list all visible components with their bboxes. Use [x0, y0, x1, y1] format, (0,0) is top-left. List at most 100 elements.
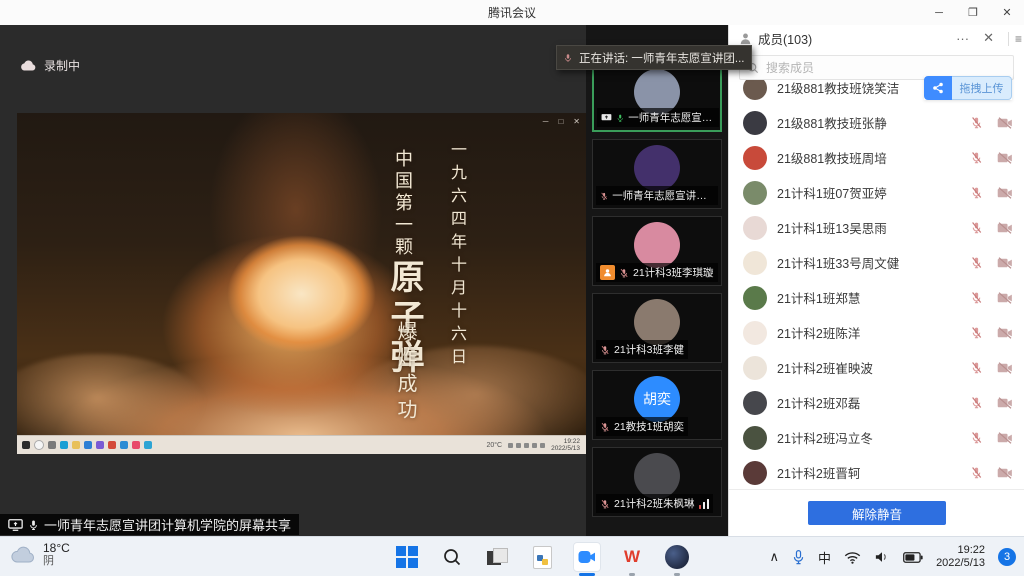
- member-row[interactable]: 21计科2班崔映波: [729, 350, 1024, 385]
- member-row[interactable]: 21级881教技班周培: [729, 140, 1024, 175]
- video-tile[interactable]: 21计科2班朱枫琳: [592, 447, 722, 517]
- wifi-icon[interactable]: [844, 551, 861, 564]
- tray-mic-icon[interactable]: [792, 549, 805, 566]
- avatar: [743, 251, 767, 275]
- member-row[interactable]: 21计科2班冯立冬: [729, 420, 1024, 455]
- muted-camera-icon[interactable]: [997, 327, 1013, 339]
- video-tile[interactable]: 胡奕 21教技1班胡奕: [592, 370, 722, 440]
- muted-mic-icon[interactable]: [970, 466, 983, 479]
- speaker-icon[interactable]: [874, 550, 890, 564]
- wps-icon: W: [624, 547, 640, 567]
- cloud-puff: [17, 354, 207, 436]
- panel-close-icon[interactable]: ✕: [979, 30, 998, 46]
- muted-camera-icon[interactable]: [997, 257, 1013, 269]
- recording-indicator: 录制中: [20, 57, 80, 74]
- members-panel-title: 成员(103): [758, 29, 812, 48]
- search-icon: [442, 547, 462, 567]
- muted-camera-icon[interactable]: [997, 362, 1013, 374]
- python-file-button[interactable]: [528, 542, 556, 572]
- muted-mic-icon[interactable]: [970, 361, 983, 374]
- taskview-icon[interactable]: [48, 441, 56, 449]
- muted-mic-icon[interactable]: [970, 151, 983, 164]
- video-tile[interactable]: 一师青年志愿宣讲团计算...: [592, 139, 722, 209]
- app-icon[interactable]: [108, 441, 116, 449]
- member-row[interactable]: 21计科2班陈洋: [729, 315, 1024, 350]
- member-row[interactable]: 21计科1班13吴思雨: [729, 210, 1024, 245]
- host-person-badge-icon: [600, 265, 615, 280]
- folder-icon[interactable]: [72, 441, 80, 449]
- muted-mic-icon[interactable]: [970, 291, 983, 304]
- muted-mic-icon: [600, 421, 610, 433]
- video-tile-speaker[interactable]: 一师青年志愿宣讲团...: [592, 62, 722, 132]
- muted-mic-icon: [600, 344, 610, 356]
- muted-camera-icon[interactable]: [997, 222, 1013, 234]
- tile-name: 一师青年志愿宣讲团...: [628, 110, 715, 125]
- member-search-input[interactable]: [764, 60, 1006, 76]
- muted-mic-icon[interactable]: [970, 186, 983, 199]
- muted-mic-icon[interactable]: [970, 396, 983, 409]
- taskbar-search-button[interactable]: [438, 542, 466, 572]
- close-button[interactable]: ✕: [990, 0, 1024, 25]
- browser-button[interactable]: [663, 542, 691, 572]
- muted-mic-icon[interactable]: [970, 116, 983, 129]
- search-icon[interactable]: [34, 440, 44, 450]
- muted-camera-icon[interactable]: [997, 467, 1013, 479]
- app-icon[interactable]: [96, 441, 104, 449]
- muted-camera-icon[interactable]: [997, 397, 1013, 409]
- member-row[interactable]: 21计科1班33号周文健: [729, 245, 1024, 280]
- panel-more-icon[interactable]: ···: [952, 31, 973, 46]
- ime-indicator[interactable]: 中: [818, 548, 831, 567]
- muted-camera-icon[interactable]: [997, 187, 1013, 199]
- shared-taskbar-apps: [22, 440, 152, 450]
- start-icon[interactable]: [22, 441, 30, 449]
- member-row[interactable]: 21计科1班07贺亚婷: [729, 175, 1024, 210]
- atomic-bomb-video[interactable]: ─ □ ✕ 一九六四年十月十六日 中国第一颗原子弹 爆炸成功: [17, 113, 586, 436]
- tencent-meeting-button[interactable]: [573, 542, 601, 572]
- member-list[interactable]: 21级881教技班饶笑洁 21级881教技班张静: [729, 80, 1024, 490]
- window-controls: ─ ❐ ✕: [922, 0, 1024, 25]
- member-row[interactable]: 21计科2班邓磊: [729, 385, 1024, 420]
- task-view-button[interactable]: [483, 542, 511, 572]
- minimize-button[interactable]: ─: [922, 0, 956, 25]
- video-minimize-button[interactable]: ─: [543, 117, 549, 127]
- drag-upload-overlay[interactable]: 拖拽上传: [924, 76, 1012, 100]
- panel-handle-icon[interactable]: ≡: [1008, 32, 1022, 46]
- member-status-icons: [970, 361, 1013, 374]
- member-row[interactable]: 21计科2班晋轲: [729, 455, 1024, 490]
- wps-button[interactable]: W: [618, 542, 646, 572]
- member-row[interactable]: 21计科1班郑慧: [729, 280, 1024, 315]
- video-maximize-button[interactable]: □: [558, 117, 563, 127]
- app-icon[interactable]: [132, 441, 140, 449]
- maximize-button[interactable]: ❐: [956, 0, 990, 25]
- muted-camera-icon[interactable]: [997, 152, 1013, 164]
- edge-icon[interactable]: [60, 441, 68, 449]
- taskbar-clock[interactable]: 19:22 2022/5/13: [936, 544, 985, 570]
- member-row[interactable]: 21级881教技班张静: [729, 105, 1024, 140]
- video-tile[interactable]: 21计科3班李琪璇: [592, 216, 722, 286]
- notification-badge[interactable]: 3: [998, 548, 1016, 566]
- avatar: [743, 146, 767, 170]
- mail-icon[interactable]: [84, 441, 92, 449]
- muted-mic-icon[interactable]: [970, 221, 983, 234]
- app-icon[interactable]: [144, 441, 152, 449]
- members-panel-header: 成员(103) ··· ✕: [729, 25, 1024, 51]
- muted-camera-icon[interactable]: [997, 292, 1013, 304]
- tray-chevron-icon[interactable]: ∧: [770, 549, 780, 565]
- tile-label-bar: 21教技1班胡奕: [596, 417, 688, 436]
- weather-widget[interactable]: 18°C 阴: [10, 541, 70, 567]
- cloud-recording-icon: [20, 60, 36, 71]
- avatar: [743, 391, 767, 415]
- video-close-button[interactable]: ✕: [573, 117, 580, 127]
- app-icon[interactable]: [120, 441, 128, 449]
- muted-mic-icon[interactable]: [970, 431, 983, 444]
- shared-taskbar-tray-icons: [508, 443, 545, 448]
- battery-icon[interactable]: [903, 552, 923, 563]
- start-button[interactable]: [393, 542, 421, 572]
- muted-camera-icon[interactable]: [997, 117, 1013, 129]
- muted-mic-icon[interactable]: [970, 326, 983, 339]
- muted-camera-icon[interactable]: [997, 432, 1013, 444]
- unmute-button[interactable]: 解除静音: [808, 501, 946, 525]
- muted-mic-icon[interactable]: [970, 256, 983, 269]
- member-status-icons: [970, 186, 1013, 199]
- video-tile[interactable]: 21计科3班李健: [592, 293, 722, 363]
